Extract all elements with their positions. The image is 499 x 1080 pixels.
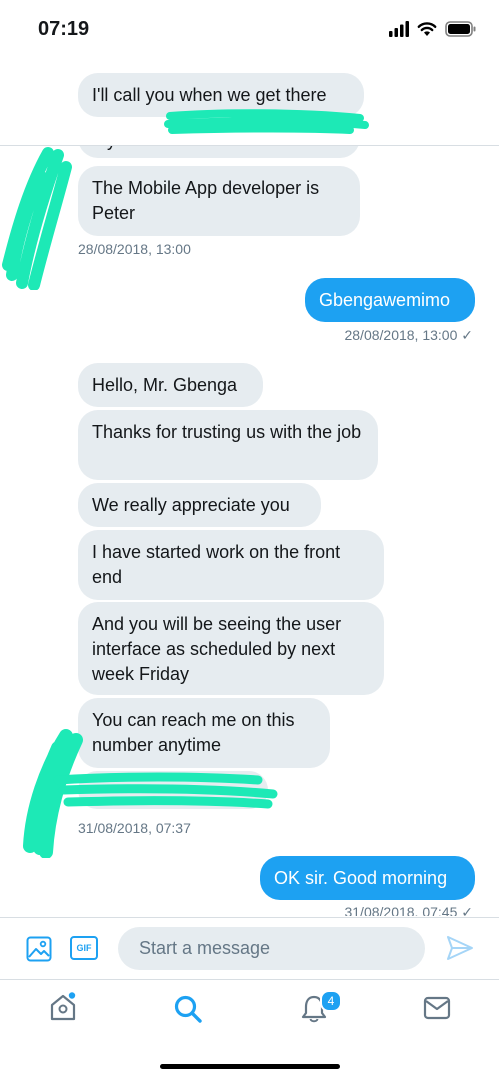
message-timestamp: 31/08/2018, 07:45 ✓ — [344, 904, 473, 916]
message-text: And you will be seeing the user interfac… — [92, 614, 342, 684]
message-text: Hello, Mr. Gbenga — [92, 375, 238, 395]
message-timestamp: 28/08/2018, 13:00 ✓ — [344, 327, 473, 344]
home-indicator — [160, 1064, 340, 1069]
message-bubble-incoming[interactable]: And you will be seeing the user interfac… — [78, 602, 384, 695]
message-text: The Mobile App developer is Peter — [92, 178, 320, 223]
message-bubble-outgoing[interactable]: Gbengawemimo — [305, 278, 475, 322]
message-text: Gbengawemimo — [319, 290, 451, 310]
send-icon[interactable] — [446, 935, 474, 961]
search-icon[interactable] — [173, 994, 203, 1024]
redaction-scribble — [23, 729, 278, 858]
gif-button[interactable]: GIF — [70, 936, 98, 960]
redaction-scribble — [2, 147, 72, 290]
redaction-scribble — [164, 109, 369, 134]
wifi-icon — [417, 22, 437, 36]
composer-divider — [0, 917, 499, 918]
message-bubble-incoming[interactable]: The Mobile App developer is Peter — [78, 166, 360, 236]
mail-icon[interactable] — [423, 996, 451, 1020]
message-bubble-incoming[interactable]: We really appreciate you — [78, 483, 321, 527]
home-icon[interactable] — [48, 992, 78, 1022]
timestamp-text: 28/08/2018, 13:00 ✓ — [344, 327, 473, 343]
message-input[interactable]: Start a message — [118, 927, 425, 970]
message-text: Thanks for trusting us with the job — [92, 422, 362, 442]
message-text: I'll call you when we get there — [92, 85, 327, 105]
signal-icon — [389, 21, 409, 37]
notification-badge: 4 — [320, 990, 342, 1012]
image-icon[interactable] — [26, 936, 52, 962]
battery-icon — [445, 21, 476, 37]
status-bar: 07:19 — [0, 0, 499, 60]
nav-divider — [0, 979, 499, 980]
status-time: 07:19 — [38, 18, 90, 40]
message-bubble-incoming[interactable]: Thanks for trusting us with the job — [78, 410, 378, 480]
message-bubble-outgoing[interactable]: OK sir. Good morning — [260, 856, 475, 900]
status-icons — [389, 18, 477, 40]
message-timestamp: 28/08/2018, 13:00 — [78, 241, 191, 257]
message-bubble-incoming[interactable]: I have started work on the front end — [78, 530, 384, 600]
timestamp-text: 31/08/2018, 07:45 ✓ — [344, 904, 473, 916]
message-text: We really appreciate you — [92, 495, 290, 515]
message-bubble-incoming[interactable]: Hello, Mr. Gbenga — [78, 363, 263, 407]
message-text: I have started work on the front end — [92, 542, 341, 587]
message-text: OK sir. Good morning — [274, 868, 448, 888]
